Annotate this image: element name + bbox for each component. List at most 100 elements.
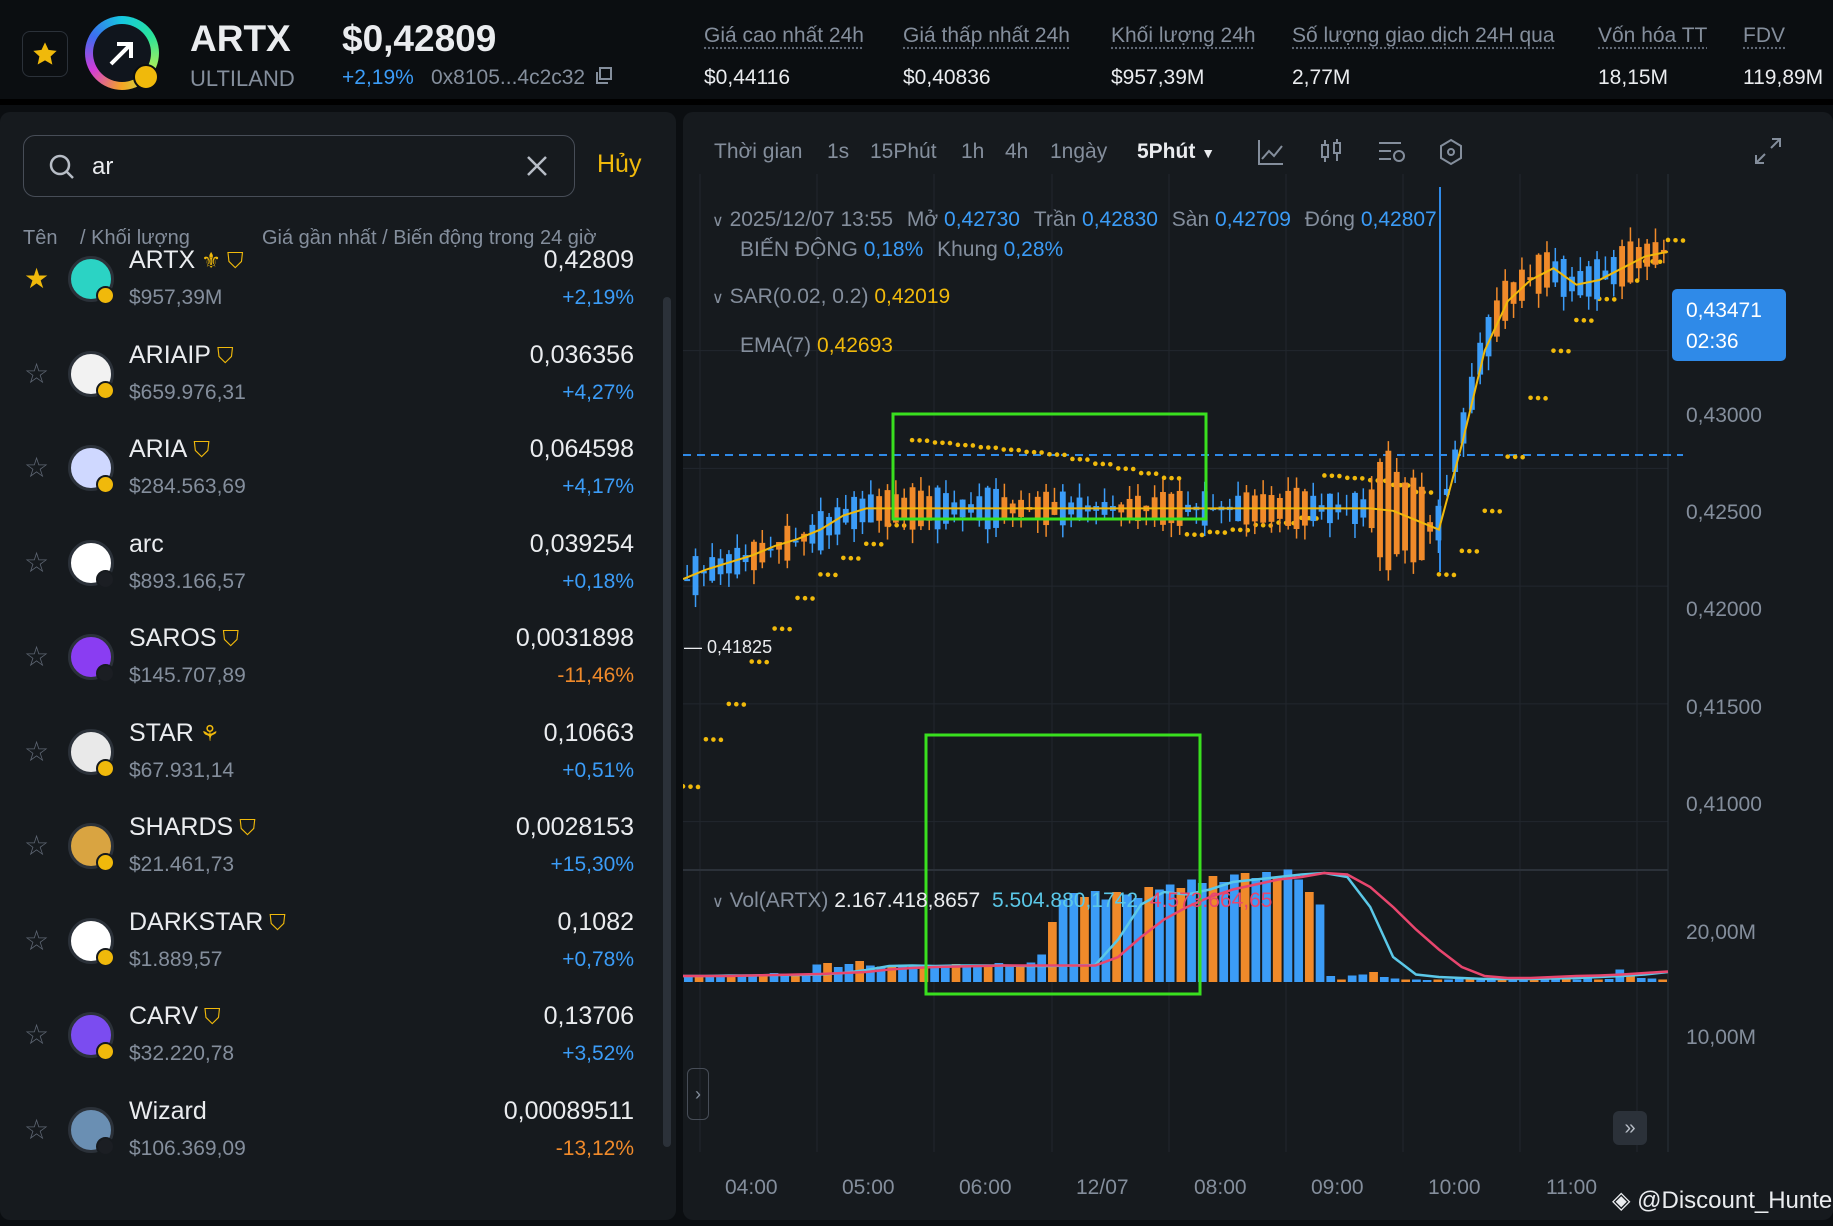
star-icon[interactable]: ☆ <box>24 451 49 484</box>
star-icon[interactable]: ☆ <box>24 1113 49 1146</box>
token-row[interactable]: ☆ arc $893.166,57 0,039254 +0,18% <box>0 524 650 618</box>
token-row[interactable]: ☆ SAROS ⛉ $145.707,89 0,0031898 -11,46% <box>0 618 650 712</box>
sar-dot <box>1680 238 1686 243</box>
star-icon[interactable]: ☆ <box>24 1018 49 1051</box>
chain-icon <box>96 664 115 683</box>
volume-bar <box>1272 877 1282 982</box>
token-price: 0,036356 <box>529 340 634 369</box>
expand-left-button[interactable]: › <box>687 1068 709 1120</box>
sar-dot <box>1199 532 1205 538</box>
collapse-icon[interactable]: ∨ <box>712 290 724 307</box>
alpha-icon: ⛉ <box>269 909 286 935</box>
ema-legend[interactable]: EMA(7) 0,42693 <box>740 334 893 358</box>
chain-icon <box>96 286 115 305</box>
sar-dot <box>963 442 968 448</box>
volume-bar <box>1015 967 1025 982</box>
copy-icon[interactable] <box>595 67 613 85</box>
sar-dot <box>1176 476 1182 481</box>
volume-bar <box>1604 979 1614 982</box>
favorite-star-button[interactable] <box>22 31 68 77</box>
change-label: BIẾN ĐỘNG <box>740 238 858 261</box>
token-name: ARIA <box>129 435 188 463</box>
sar-value: 0,42019 <box>874 285 951 308</box>
token-row[interactable]: ☆ STAR ⚘ $67.931,14 0,10663 +0,51% <box>0 713 650 807</box>
sar-dot <box>1657 259 1663 265</box>
sar-dot <box>734 701 739 707</box>
sar-dot <box>1169 475 1174 481</box>
star-icon[interactable]: ☆ <box>24 924 49 957</box>
search-box[interactable]: ar <box>23 135 575 197</box>
cancel-button[interactable]: Hủy <box>597 150 641 179</box>
x-tick: 10:00 <box>1428 1176 1481 1199</box>
ohlc-legend: ∨ 2025/12/07 13:55 Mở 0,42730 Trần 0,428… <box>712 208 1437 232</box>
star-icon[interactable]: ☆ <box>24 829 49 862</box>
change-value: 0,18% <box>863 238 924 261</box>
token-row[interactable]: ☆ SHARDS ⛉ $21.461,73 0,0028153 +15,30% <box>0 807 650 901</box>
ohlc-open: 0,42730 <box>944 208 1020 231</box>
vol-value: 2.167.418,8657 <box>834 889 981 912</box>
sar-legend[interactable]: ∨ SAR(0.02, 0.2) 0,42019 <box>712 285 950 309</box>
stat-value: $0,44116 <box>704 66 791 89</box>
stat-value: 2,77M <box>1292 66 1351 89</box>
x-tick: 06:00 <box>959 1176 1012 1199</box>
contract-address[interactable]: 0x8105...4c2c32 <box>431 66 613 90</box>
token-row[interactable]: ☆ Wizard $106.369,09 0,00089511 -13,12% <box>0 1091 650 1185</box>
chain-icon <box>96 475 115 494</box>
search-input[interactable]: ar <box>92 153 113 181</box>
sar-dot <box>711 737 716 742</box>
sar-dot <box>894 522 899 528</box>
token-row[interactable]: ☆ ARIAIP ⛉ $659.976,31 0,036356 +4,27% <box>0 335 650 429</box>
volume-bar <box>1048 922 1057 982</box>
collapse-icon[interactable]: ∨ <box>712 894 724 911</box>
sar-dot <box>1123 466 1129 471</box>
token-volume: $32.220,78 <box>129 1042 235 1065</box>
ohlc-low-label: Sàn <box>1171 208 1210 231</box>
star-icon[interactable]: ☆ <box>24 546 49 579</box>
token-name: arc <box>129 529 164 558</box>
token-row[interactable]: ☆ ARIA ⛉ $284.563,69 0,064598 +4,17% <box>0 429 650 523</box>
alpha-icon: ⛉ <box>193 437 210 462</box>
token-name: CARV <box>129 1002 199 1030</box>
sar-dot <box>1077 456 1083 462</box>
sar-dot <box>1093 461 1098 466</box>
watermark: ◈ @Discount_Hunter <box>1612 1186 1833 1215</box>
token-header: ARTX ULTILAND $0,42809 +2,19% 0x8105...4… <box>0 0 1833 105</box>
multiplier-icon: ⚜ <box>201 248 221 273</box>
alpha-icon: ⛉ <box>216 342 234 368</box>
volume-bar <box>1583 978 1593 982</box>
watermark-text: @Discount_Hunter <box>1637 1187 1833 1214</box>
scroll-to-latest-button[interactable]: » <box>1613 1111 1647 1145</box>
ohlc-close: 0,42807 <box>1360 208 1437 231</box>
volume-bar <box>973 966 982 982</box>
stat-value: 119,89M <box>1743 66 1824 89</box>
sar-dot <box>1337 473 1342 479</box>
clear-icon[interactable] <box>525 154 549 178</box>
alpha-icon: ⛉ <box>204 1004 221 1029</box>
scrollbar[interactable] <box>663 297 671 1147</box>
star-icon[interactable]: ☆ <box>24 735 49 768</box>
chain-icon <box>96 758 115 778</box>
token-logo <box>85 16 159 90</box>
collapse-icon[interactable]: ∨ <box>712 213 724 230</box>
volume-bar <box>791 976 800 982</box>
x-tick: 09:00 <box>1311 1176 1364 1199</box>
sar-dot <box>756 659 762 665</box>
sar-dot <box>970 443 976 448</box>
sar-dot <box>1130 466 1136 472</box>
ohlc-date: 2025/12/07 13:55 <box>729 208 894 231</box>
y-tick: 0,42500 <box>1686 501 1762 524</box>
star-icon[interactable]: ☆ <box>24 640 49 673</box>
candle-body <box>684 579 691 582</box>
token-name: STAR <box>129 718 194 747</box>
token-row[interactable]: ☆ CARV ⛉ $32.220,78 0,13706 +3,52% <box>0 996 650 1090</box>
vol-legend[interactable]: ∨ Vol(ARTX) 2.167.418,8657 5.504.880,174… <box>712 889 1273 913</box>
token-row[interactable]: ☆ DARKSTAR ⛉ $1.889,57 0,1082 +0,78% <box>0 902 650 996</box>
sar-dot <box>1100 461 1106 467</box>
sar-dot <box>1070 456 1075 462</box>
volume-bar <box>1369 972 1378 982</box>
star-icon[interactable]: ★ <box>24 262 49 295</box>
token-row[interactable]: ★ ARTX ⚜ ⛉ $957,39M 0,42809 +2,19% <box>0 240 650 334</box>
sar-dot <box>932 440 938 445</box>
price-chart[interactable] <box>683 112 1833 1220</box>
star-icon[interactable]: ☆ <box>24 357 49 390</box>
